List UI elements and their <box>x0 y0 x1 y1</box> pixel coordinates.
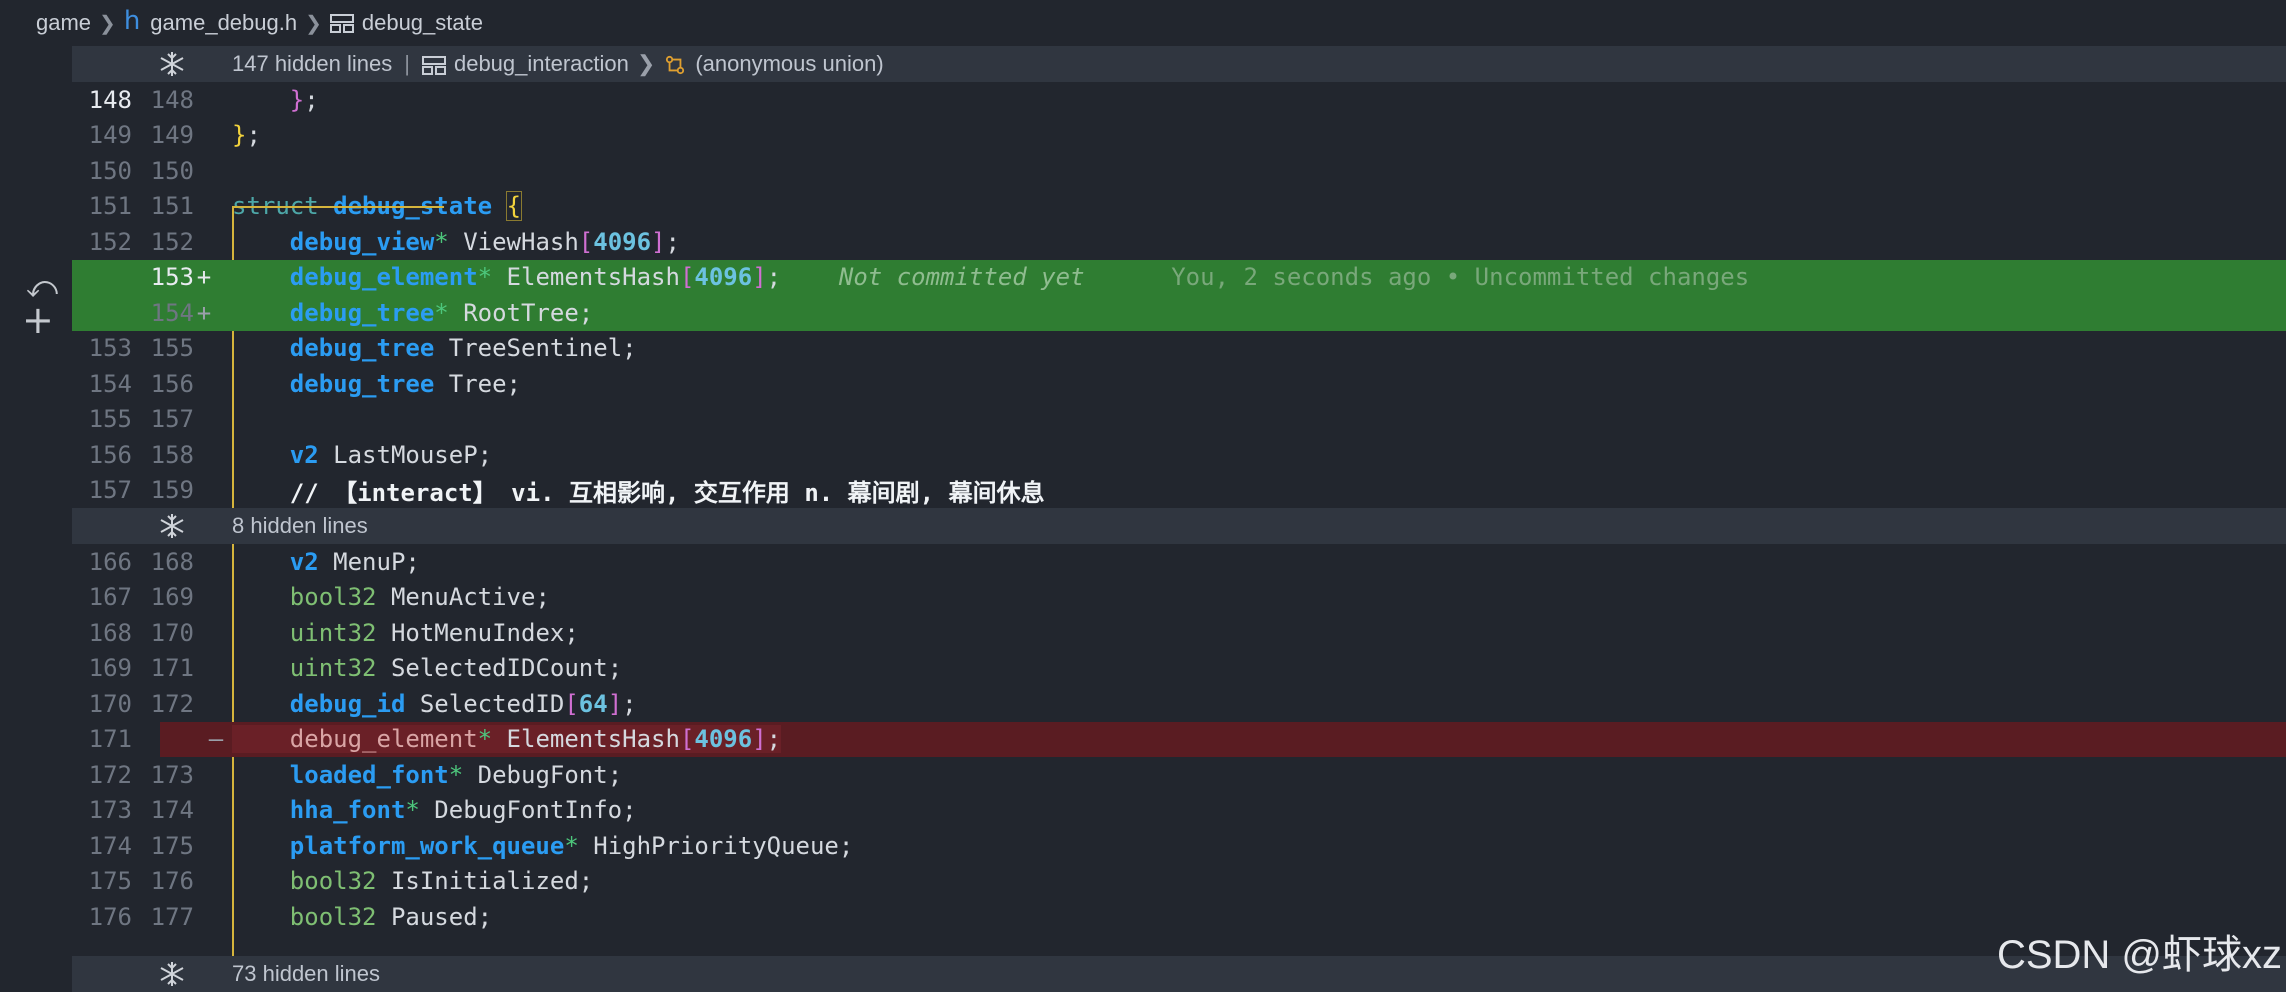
added-line[interactable]: 154 + debug_tree* RootTree; <box>72 295 2286 331</box>
unfold-icon[interactable] <box>158 50 186 78</box>
code-line[interactable]: 170 172 debug_id SelectedID[64]; <box>72 686 2286 722</box>
code-line[interactable]: 167 169 bool32 MenuActive; <box>72 580 2286 616</box>
code-line[interactable]: 172 173 loaded_font* DebugFont; <box>72 757 2286 793</box>
code-line[interactable]: 155 157 <box>72 402 2286 438</box>
c-header-file-icon: h <box>123 6 141 36</box>
union-icon <box>666 56 685 75</box>
breadcrumb-file[interactable]: game_debug.h <box>150 10 297 36</box>
fold-label: 8 hidden lines <box>232 513 368 538</box>
blame-hover: You, 2 seconds ago • Uncommitted changes <box>1171 263 1750 292</box>
code-line[interactable]: 157 159 // 【interact】 vi. 互相影响, 交互作用 n. … <box>72 473 2286 509</box>
code-line[interactable]: 149 149 }; <box>72 118 2286 154</box>
code-line[interactable]: 176 177 bool32 Paused; <box>72 899 2286 935</box>
hidden-lines-fold[interactable]: 147 hidden lines | debug_interaction ❯ (anon… <box>72 46 2286 82</box>
activity-gutter: ⤺ + <box>0 46 72 988</box>
fold-label: 73 hidden lines <box>232 961 381 986</box>
code-line[interactable]: 148 148 }; <box>72 82 2286 118</box>
code-line[interactable]: 150 150 <box>72 153 2286 189</box>
code-line[interactable]: 174 175 platform_work_queue* HighPriorit… <box>72 828 2286 864</box>
hidden-lines-fold[interactable]: 8 hidden lines <box>72 508 2286 544</box>
struct-icon <box>421 56 446 76</box>
code-comment: // 【interact】 vi. 互相影响, 交互作用 n. 幕间剧, 幕间休… <box>289 478 1045 507</box>
inline-blame: Not committed yet <box>838 263 1085 292</box>
removed-line[interactable]: 171 — debug_element* ElementsHash[4096]; <box>89 721 2286 757</box>
unfold-icon[interactable] <box>158 960 186 988</box>
code-line[interactable]: 154 156 debug_tree Tree; <box>72 366 2286 402</box>
code-line[interactable]: 175 176 bool32 IsInitialized; <box>72 864 2286 900</box>
watermark: CSDN @虾球xz <box>1996 933 2282 977</box>
unfold-icon[interactable] <box>158 512 186 540</box>
chevron-right-icon: ❯ <box>305 12 322 35</box>
code-line[interactable]: 156 158 v2 LastMouseP; <box>72 437 2286 473</box>
breadcrumb-folder[interactable]: game <box>36 10 91 36</box>
diff-editor[interactable]: 147 hidden lines | debug_interaction ❯ (anon… <box>72 46 2286 992</box>
code-line[interactable]: 152 152 debug_view* ViewHash[4096]; <box>72 224 2286 260</box>
bracket-guide-top <box>232 206 444 208</box>
chevron-right-icon: ❯ <box>99 12 116 35</box>
code-line[interactable]: 166 168 v2 MenuP; <box>72 544 2286 580</box>
code-line[interactable]: 173 174 hha_font* DebugFontInfo; <box>72 793 2286 829</box>
code-line[interactable]: 168 170 uint32 HotMenuIndex; <box>72 615 2286 651</box>
added-line[interactable]: 153 + debug_element* ElementsHash[4096];… <box>72 259 2286 295</box>
code-line[interactable]: 153 155 debug_tree TreeSentinel; <box>72 331 2286 367</box>
fold-label: 147 hidden lines | debug_interaction ❯ (anon… <box>232 51 884 76</box>
struct-icon <box>329 14 354 33</box>
breadcrumb: game ❯ h game_debug.h ❯ debug_state <box>0 0 2286 46</box>
code-line[interactable]: 169 171 uint32 SelectedIDCount; <box>72 651 2286 687</box>
breadcrumb-symbol[interactable]: debug_state <box>362 10 483 36</box>
add-icon[interactable]: + <box>22 298 54 342</box>
hidden-lines-fold[interactable]: 73 hidden lines <box>72 956 2286 992</box>
